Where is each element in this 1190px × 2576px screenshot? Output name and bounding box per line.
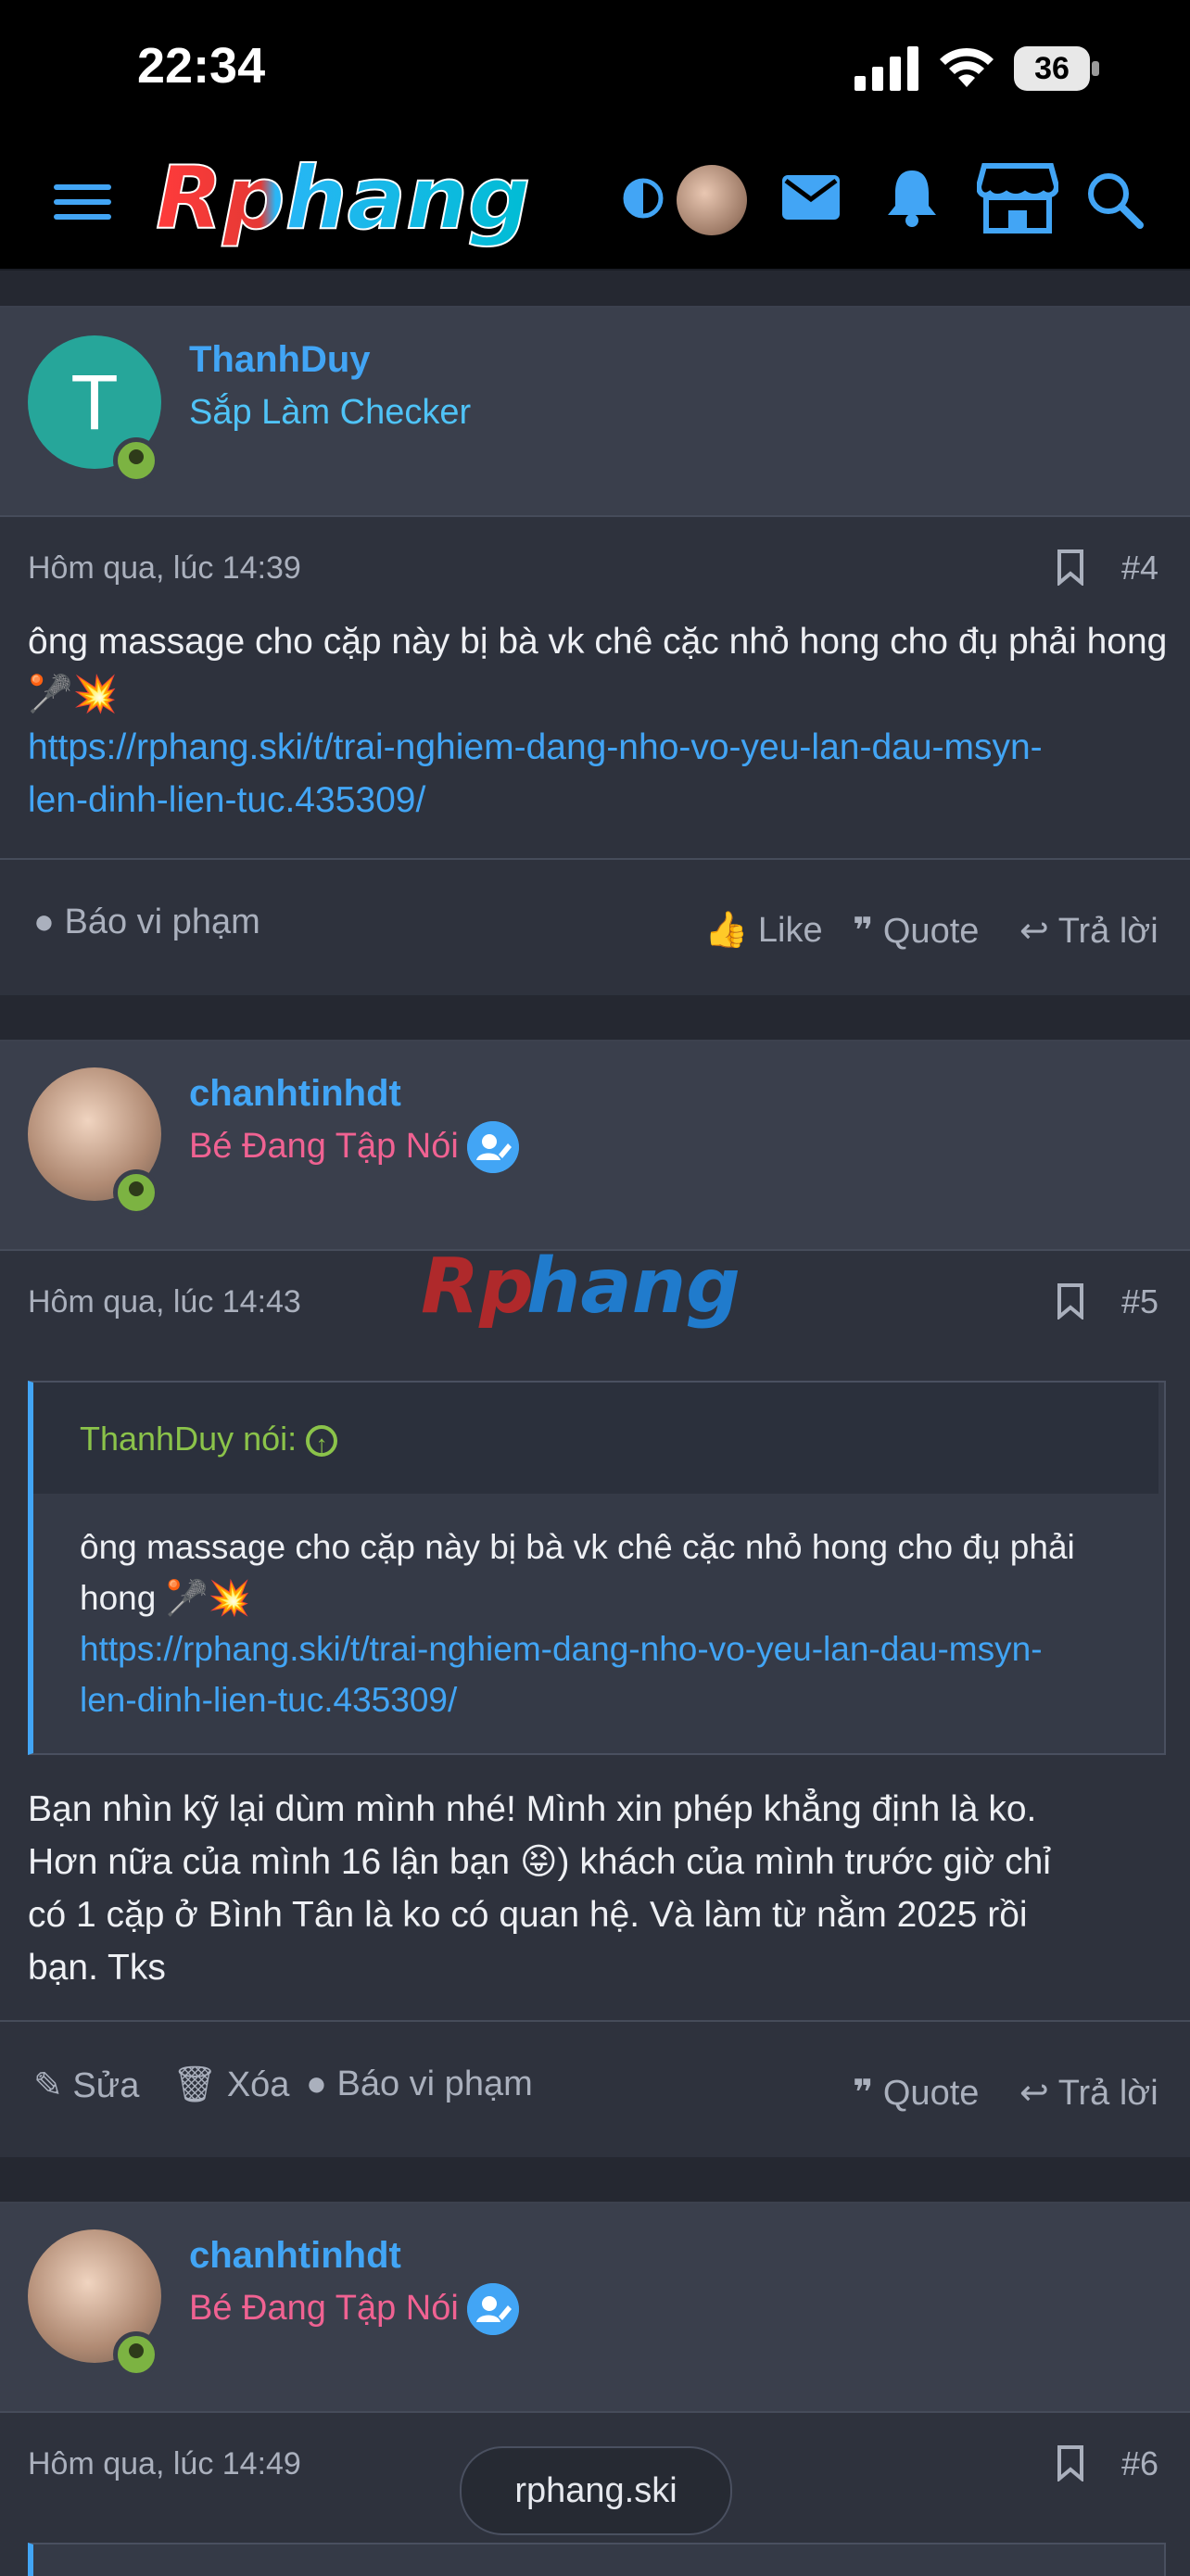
quote-icon: ❞: [853, 2074, 874, 2113]
account-avatar[interactable]: [677, 165, 747, 235]
menu-icon[interactable]: [54, 181, 111, 223]
battery-icon: 36: [1014, 46, 1103, 93]
online-status-icon: [113, 1169, 159, 1216]
post-body-line: bạn. Tks: [28, 1948, 166, 1988]
report-icon: ●: [306, 2065, 327, 2103]
post-body-line: có 1 cặp ở Bình Tân là ko có quan hệ. Và…: [28, 1895, 1028, 1935]
divider: [0, 858, 1190, 860]
contrast-icon[interactable]: [621, 176, 665, 221]
post-user-header: [0, 2203, 1190, 2413]
user-title: Sắp Làm Checker: [189, 393, 472, 432]
status-time: 22:34: [137, 38, 266, 94]
post-body: ông massage cho cặp này bị bà vk chê cặc…: [28, 615, 1177, 827]
site-logo[interactable]: Rphang: [148, 148, 584, 250]
quote-link-continued[interactable]: len-dinh-lien-tuc.435309/: [80, 1681, 457, 1719]
post-timestamp[interactable]: Hôm qua, lúc 14:43: [28, 1284, 301, 1320]
reply-icon: ↩: [1019, 2074, 1049, 2113]
post-user-header: [0, 1042, 1190, 1251]
username[interactable]: ThanhDuy: [189, 339, 371, 381]
online-status-icon: [113, 437, 159, 484]
username[interactable]: chanhtinhdt: [189, 1073, 401, 1115]
trash-icon: 🗑: [172, 2065, 218, 2104]
quote-icon: ❞: [853, 912, 874, 951]
verified-user-icon: [467, 1121, 519, 1173]
bookmark-icon[interactable]: [1057, 2444, 1084, 2481]
watermark-logo: Rp hang: [421, 1243, 741, 1331]
pencil-icon: ✎: [33, 2066, 63, 2105]
quote-author[interactable]: ThanhDuy nói: ↑: [80, 1420, 338, 1458]
post-link[interactable]: https://rphang.ski/t/trai-nghiem-dang-nh…: [28, 727, 1043, 767]
report-icon: ●: [33, 903, 55, 941]
report-button[interactable]: ● Báo vi phạm: [33, 903, 260, 942]
arrow-up-circle-icon[interactable]: ↑: [306, 1425, 338, 1458]
emoji-icon: 🥍💥: [165, 1579, 251, 1617]
edit-button[interactable]: ✎ Sửa: [33, 2065, 139, 2106]
post-body-text: ông massage cho cặp này bị bà vk chê cặc…: [28, 622, 1168, 662]
reply-button[interactable]: ↩ Trả lời: [1019, 910, 1158, 952]
reply-button[interactable]: ↩ Trả lời: [1019, 2072, 1158, 2114]
spacer: [0, 2157, 1190, 2202]
post-body-line: Hơn nữa của mình 16 lận bạn 😝) khách của…: [28, 1842, 1051, 1882]
post-user-header: [0, 308, 1190, 517]
post-link-continued[interactable]: len-dinh-lien-tuc.435309/: [28, 780, 425, 820]
post-number[interactable]: #5: [1121, 1282, 1158, 1321]
mail-icon[interactable]: [780, 171, 842, 223]
domain-pill[interactable]: rphang.ski: [460, 2446, 732, 2535]
bookmark-icon[interactable]: [1057, 1282, 1084, 1320]
divider: [0, 2020, 1190, 2022]
online-status-icon: [113, 2331, 159, 2378]
svg-text:Rp: Rp: [421, 1243, 534, 1331]
user-title: Bé Đang Tập Nói: [189, 2289, 459, 2328]
store-icon[interactable]: [977, 162, 1058, 234]
report-button[interactable]: ● Báo vi phạm: [306, 2065, 533, 2104]
delete-button[interactable]: 🗑 Xóa: [172, 2065, 289, 2105]
svg-text:hang: hang: [526, 1243, 741, 1331]
post-number[interactable]: #6: [1121, 2444, 1158, 2483]
post-timestamp[interactable]: Hôm qua, lúc 14:49: [28, 2446, 301, 2482]
spacer: [0, 995, 1190, 1040]
quote-link[interactable]: https://rphang.ski/t/trai-nghiem-dang-nh…: [80, 1630, 1043, 1668]
wifi-icon: [940, 47, 994, 87]
post-body: Bạn nhìn kỹ lại dùm mình nhé! Mình xin p…: [28, 1783, 1177, 1994]
username[interactable]: chanhtinhdt: [189, 2235, 401, 2277]
quote-button[interactable]: ❞ Quote: [853, 910, 979, 952]
quote-block: [28, 2543, 1166, 2576]
quote-body: ông massage cho cặp này bị bà vk chê cặc…: [80, 1522, 1136, 1725]
thumbs-up-icon: 👍: [704, 911, 749, 950]
user-title: Bé Đang Tập Nói: [189, 1127, 459, 1166]
bookmark-icon[interactable]: [1057, 549, 1084, 586]
bell-icon[interactable]: [884, 165, 940, 228]
post-timestamp[interactable]: Hôm qua, lúc 14:39: [28, 550, 301, 587]
reply-icon: ↩: [1019, 912, 1049, 951]
svg-text:Rphang: Rphang: [156, 148, 530, 249]
emoji-icon: 🥍💥: [28, 675, 119, 714]
like-button[interactable]: 👍 Like: [704, 910, 823, 951]
verified-user-icon: [467, 2283, 519, 2335]
spacer: [0, 271, 1190, 306]
search-icon[interactable]: [1084, 170, 1146, 231]
battery-level: 36: [1034, 51, 1070, 86]
post-number[interactable]: #4: [1121, 549, 1158, 587]
signal-icon: [855, 46, 918, 91]
post-body-line: Bạn nhìn kỹ lại dùm mình nhé! Mình xin p…: [28, 1789, 1037, 1829]
quote-button[interactable]: ❞ Quote: [853, 2072, 979, 2114]
quote-block: ThanhDuy nói: ↑ ông massage cho cặp này …: [28, 1381, 1166, 1755]
